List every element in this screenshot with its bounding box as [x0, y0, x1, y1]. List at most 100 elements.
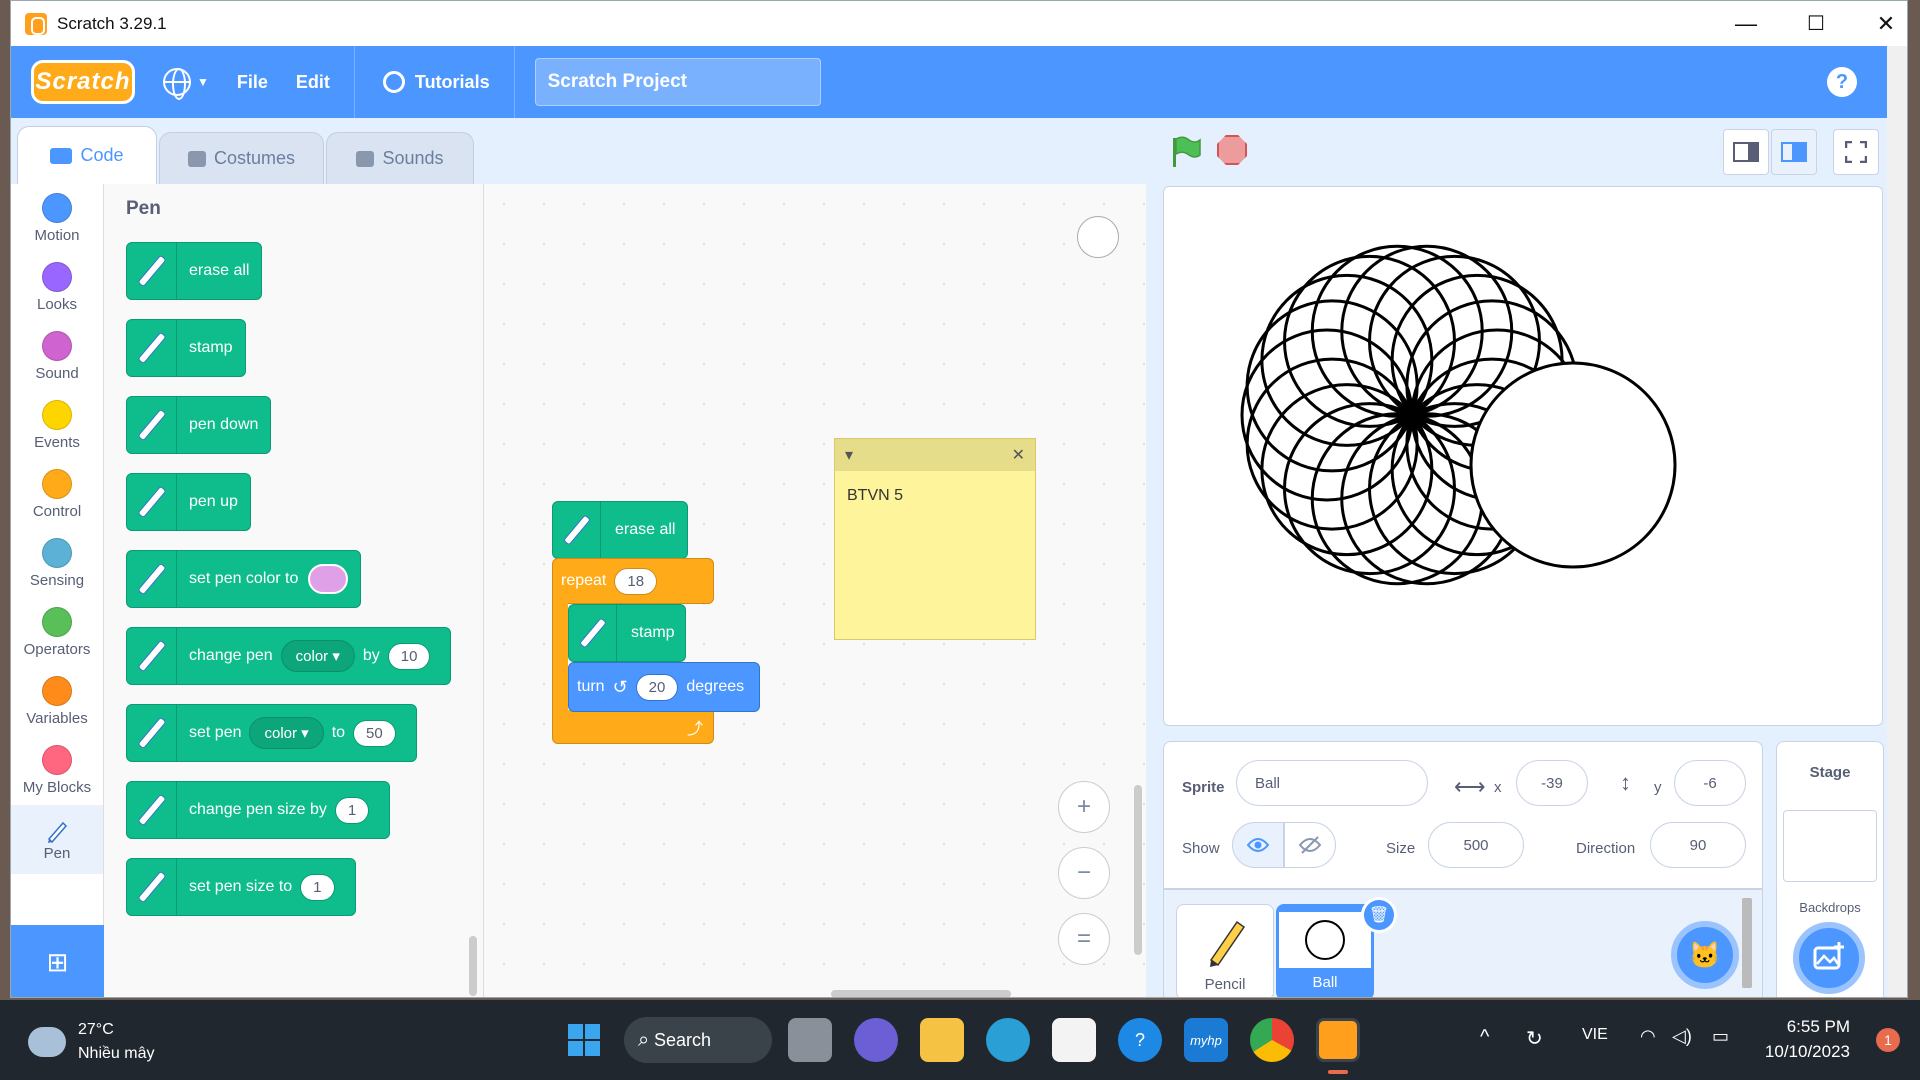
- file-explorer-icon[interactable]: [920, 1018, 964, 1062]
- file-menu[interactable]: File: [237, 72, 268, 93]
- block-number-input[interactable]: 50: [353, 719, 396, 747]
- pen-param-dropdown[interactable]: color ▾: [249, 717, 324, 749]
- edit-menu[interactable]: Edit: [296, 72, 330, 93]
- category-my-blocks[interactable]: My Blocks: [11, 736, 103, 805]
- battery-icon[interactable]: ▭: [1712, 1026, 1729, 1047]
- block-number-input[interactable]: 1: [300, 873, 335, 901]
- workspace-horizontal-scrollbar[interactable]: [831, 990, 1011, 997]
- green-flag-button[interactable]: [1169, 135, 1203, 169]
- normal-stage-button[interactable]: [1771, 129, 1817, 175]
- turn-degrees-input[interactable]: 20: [635, 673, 679, 701]
- pen-color-swatch[interactable]: [308, 564, 349, 594]
- zoom-out-button[interactable]: −: [1058, 847, 1110, 899]
- sprite-list-scrollbar[interactable]: [1742, 898, 1752, 988]
- category-sensing[interactable]: Sensing: [11, 529, 103, 598]
- weather-widget[interactable]: 27°C Nhiều mây: [24, 1018, 154, 1066]
- scratch-logo[interactable]: Scratch: [31, 60, 135, 104]
- block-number-input[interactable]: 10: [387, 642, 431, 670]
- sprite-tile-ball[interactable]: Ball: [1276, 904, 1374, 997]
- script-repeat-block[interactable]: repeat 18: [552, 558, 714, 604]
- get-help-icon[interactable]: ?: [1118, 1018, 1162, 1062]
- category-control[interactable]: Control: [11, 460, 103, 529]
- language-menu[interactable]: ▼: [163, 68, 209, 100]
- taskbar-search[interactable]: ⌕ Search: [624, 1017, 772, 1063]
- show-sprite-button[interactable]: [1232, 822, 1284, 868]
- edge-browser-icon[interactable]: [986, 1018, 1030, 1062]
- block-set-pen-size[interactable]: set pen size to 1: [126, 858, 356, 916]
- ball-sprite[interactable]: [1469, 361, 1677, 569]
- palette-scrollbar[interactable]: [469, 936, 477, 996]
- y-position-input[interactable]: -6: [1674, 760, 1746, 806]
- category-sound[interactable]: Sound: [11, 322, 103, 391]
- small-stage-button[interactable]: [1723, 129, 1769, 175]
- scratch-taskbar-icon[interactable]: [1316, 1018, 1360, 1062]
- delete-sprite-button[interactable]: 🗑: [1361, 897, 1397, 933]
- workspace-vertical-scrollbar[interactable]: [1134, 785, 1142, 955]
- add-backdrop-button[interactable]: [1793, 922, 1865, 994]
- block-stamp[interactable]: stamp: [126, 319, 246, 377]
- language-indicator[interactable]: VIE: [1582, 1026, 1608, 1044]
- tutorials-button[interactable]: Tutorials: [382, 71, 490, 93]
- add-sprite-button[interactable]: 🐱: [1671, 921, 1739, 989]
- help-button[interactable]: ?: [1827, 67, 1857, 97]
- minimize-button[interactable]: —: [1711, 1, 1781, 46]
- taskbar-clock[interactable]: 6:55 PM 10/10/2023: [1765, 1014, 1850, 1064]
- note-header[interactable]: ▾ ✕: [835, 439, 1035, 471]
- script-turn-block[interactable]: turn ↺ 20 degrees: [568, 662, 760, 712]
- task-view-icon[interactable]: [788, 1018, 832, 1062]
- note-text[interactable]: BTVN 5: [835, 471, 1035, 521]
- stage-selector[interactable]: Stage Backdrops: [1776, 741, 1884, 997]
- close-button[interactable]: ✕: [1851, 1, 1907, 46]
- myhp-icon[interactable]: myhp: [1184, 1018, 1228, 1062]
- add-extension-button[interactable]: ⊞: [11, 925, 104, 997]
- category-motion[interactable]: Motion: [11, 184, 103, 253]
- block-number-input[interactable]: 1: [334, 796, 370, 824]
- comment-note[interactable]: ▾ ✕ BTVN 5: [834, 438, 1036, 640]
- direction-input[interactable]: 90: [1650, 822, 1746, 868]
- zoom-reset-button[interactable]: =: [1058, 913, 1110, 965]
- size-input[interactable]: 500: [1428, 822, 1524, 868]
- microsoft-store-icon[interactable]: [1052, 1018, 1096, 1062]
- start-button[interactable]: [562, 1018, 606, 1062]
- category-pen[interactable]: Pen: [11, 805, 103, 874]
- block-pen-up[interactable]: pen up: [126, 473, 251, 531]
- block-change-pen-size[interactable]: change pen size by 1: [126, 781, 391, 839]
- block-set-pen-color[interactable]: set pen color to: [126, 550, 362, 608]
- tab-costumes[interactable]: Costumes: [159, 132, 324, 184]
- block-set-pen-param[interactable]: set pen color ▾ to 50: [126, 704, 417, 762]
- stop-button[interactable]: [1217, 135, 1247, 165]
- chevron-up-icon[interactable]: ^: [1480, 1026, 1489, 1049]
- category-variables[interactable]: Variables: [11, 667, 103, 736]
- sprite-tile-pencil[interactable]: Pencil: [1176, 904, 1274, 997]
- block-change-pen-param[interactable]: change pen color ▾ by 10: [126, 627, 452, 685]
- chrome-icon[interactable]: [1250, 1018, 1294, 1062]
- wifi-icon[interactable]: ◠: [1640, 1026, 1656, 1047]
- notification-badge[interactable]: 1: [1876, 1028, 1900, 1052]
- block-erase-all[interactable]: erase all: [126, 242, 263, 300]
- tab-code[interactable]: Code: [17, 126, 157, 184]
- stage-canvas[interactable]: [1163, 186, 1883, 726]
- category-events[interactable]: Events: [11, 391, 103, 460]
- category-operators[interactable]: Operators: [11, 598, 103, 667]
- maximize-button[interactable]: ☐: [1781, 1, 1851, 46]
- window-scrollbar[interactable]: [1887, 46, 1907, 997]
- category-looks[interactable]: Looks: [11, 253, 103, 322]
- sprite-name-input[interactable]: Ball: [1236, 760, 1428, 806]
- pen-param-dropdown[interactable]: color ▾: [280, 640, 355, 672]
- collapse-note-icon[interactable]: ▾: [845, 445, 853, 465]
- close-note-icon[interactable]: ✕: [1012, 445, 1025, 465]
- x-position-input[interactable]: -39: [1516, 760, 1588, 806]
- repeat-count-input[interactable]: 18: [614, 567, 658, 595]
- fullscreen-button[interactable]: [1833, 129, 1879, 175]
- script-erase-all-block[interactable]: erase all: [552, 501, 688, 559]
- script-stamp-block[interactable]: stamp: [568, 604, 686, 662]
- sync-icon[interactable]: ↻: [1526, 1026, 1543, 1051]
- block-pen-down[interactable]: pen down: [126, 396, 272, 454]
- zoom-in-button[interactable]: +: [1058, 781, 1110, 833]
- project-title-input[interactable]: Scratch Project: [534, 58, 821, 106]
- script-workspace[interactable]: erase all repeat 18 ⤴ stamp turn ↺ 20 de…: [484, 184, 1146, 997]
- tab-sounds[interactable]: Sounds: [326, 132, 474, 184]
- hide-sprite-button[interactable]: [1284, 822, 1336, 868]
- volume-icon[interactable]: ◁): [1672, 1026, 1692, 1047]
- chat-app-icon[interactable]: [854, 1018, 898, 1062]
